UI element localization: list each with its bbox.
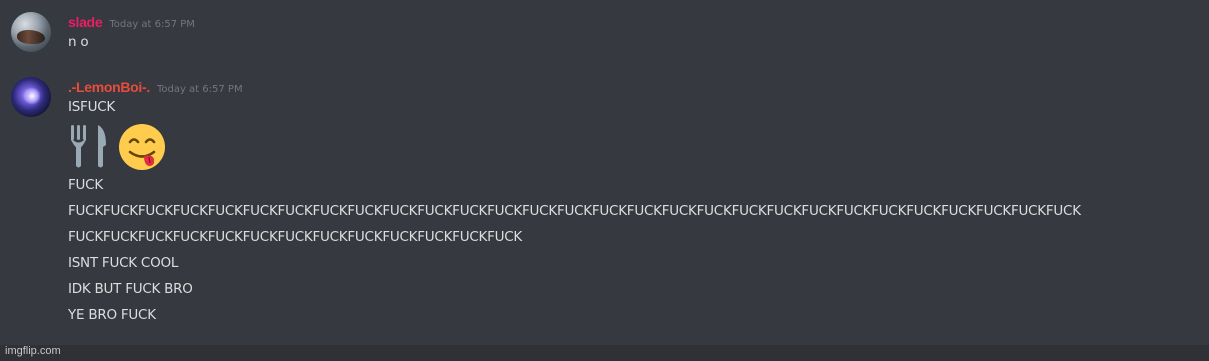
face-savoring-food-icon[interactable] (118, 123, 166, 171)
message-line: FUCK (68, 177, 103, 193)
message-header: slade Today at 6:57 PM (68, 12, 195, 32)
footer-bar (0, 345, 1209, 361)
timestamp[interactable]: Today at 6:57 PM (157, 84, 243, 95)
avatar-lemonboi[interactable] (11, 77, 51, 117)
avatar-slade[interactable] (11, 12, 51, 52)
message-line: n o (68, 34, 89, 50)
avatar-figure (17, 30, 45, 44)
watermark: imgflip.com (5, 345, 61, 357)
chat-messages: slade Today at 6:57 PM n o .-LemonBoi-. To… (0, 0, 1209, 361)
message-line: FUCKFUCKFUCKFUCKFUCKFUCKFUCKFUCKFUCKFUCK… (68, 203, 1081, 219)
timestamp[interactable]: Today at 6:57 PM (109, 19, 195, 30)
message-header: .-LemonBoi-. Today at 6:57 PM (68, 77, 243, 97)
message-line: ISNT FUCK COOL (68, 255, 179, 271)
username-lemonboi[interactable]: .-LemonBoi-. (68, 79, 150, 95)
message-line: FUCKFUCKFUCKFUCKFUCKFUCKFUCKFUCKFUCKFUCK… (68, 229, 523, 245)
message-line: IDK BUT FUCK BRO (68, 281, 193, 297)
fork-and-knife-icon[interactable] (68, 123, 110, 169)
avatar-glow (23, 87, 41, 105)
message-line: YE BRO FUCK (68, 307, 156, 323)
username-slade[interactable]: slade (68, 14, 103, 30)
message-line: ISFUCK (68, 99, 115, 115)
